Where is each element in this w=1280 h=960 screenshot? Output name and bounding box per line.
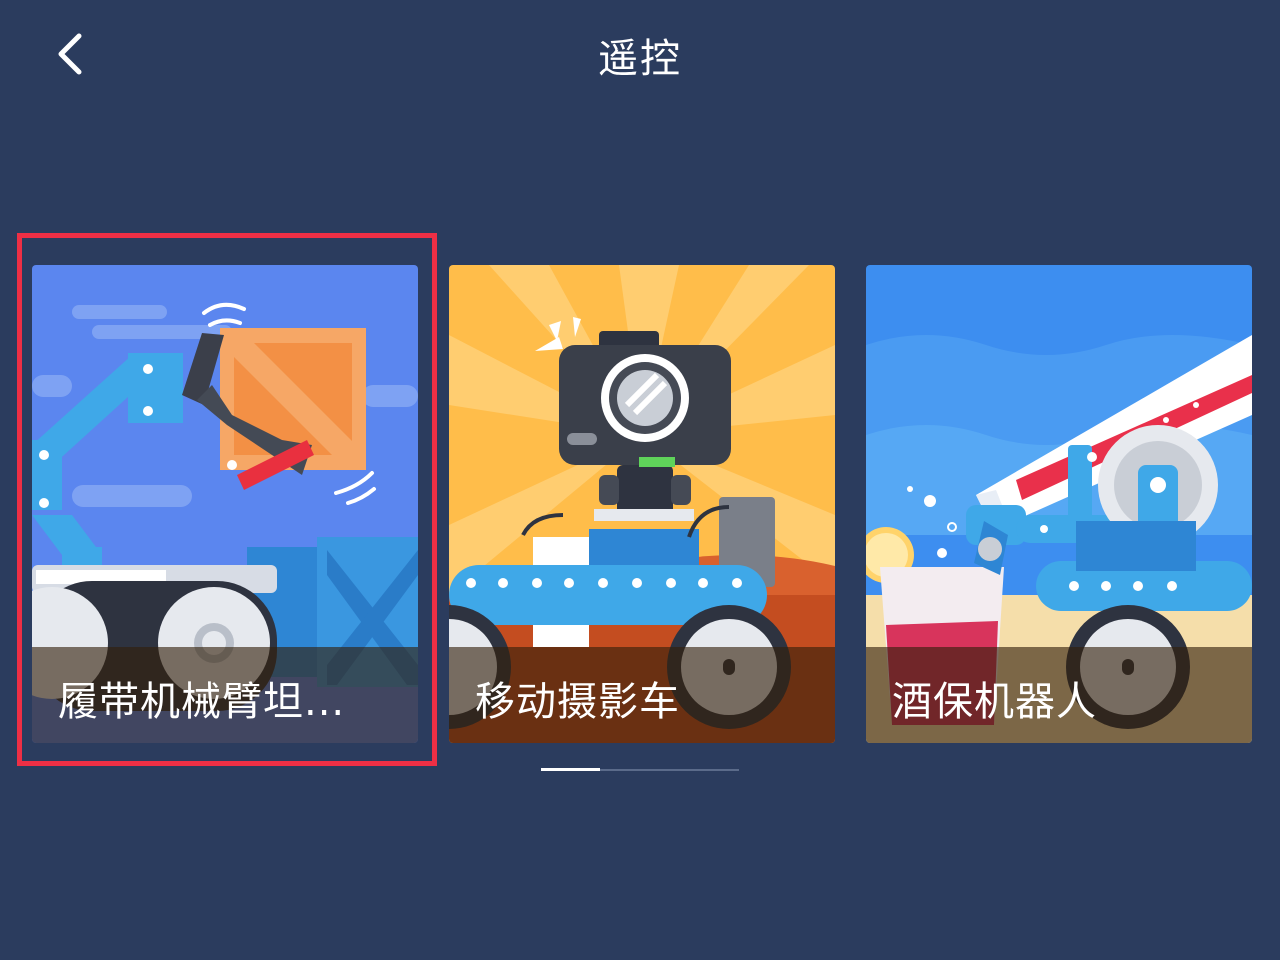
- card-bartender-robot[interactable]: 酒保机器人: [866, 265, 1252, 743]
- card-tracked-arm-tank[interactable]: 履带机械臂坦...: [32, 265, 418, 743]
- page-title: 遥控: [598, 36, 682, 82]
- card-title: 履带机械臂坦...: [58, 679, 346, 725]
- card-camera-vehicle[interactable]: 移动摄影车: [449, 265, 835, 743]
- robot-carousel[interactable]: 履带机械臂坦... 移动摄影车 酒保机器人: [0, 230, 1280, 790]
- card-caption: 移动摄影车: [449, 647, 835, 743]
- card-title: 酒保机器人: [892, 679, 1097, 725]
- card-caption: 酒保机器人: [866, 647, 1252, 743]
- card-caption: 履带机械臂坦...: [32, 647, 418, 743]
- page-indicator: [541, 768, 739, 771]
- remote-control-page: 遥控 履带机械臂坦... 移动摄影车 酒保机器人: [0, 0, 1280, 960]
- indicator-thumb: [541, 768, 600, 771]
- card-title: 移动摄影车: [475, 679, 680, 725]
- header: 遥控: [0, 0, 1280, 110]
